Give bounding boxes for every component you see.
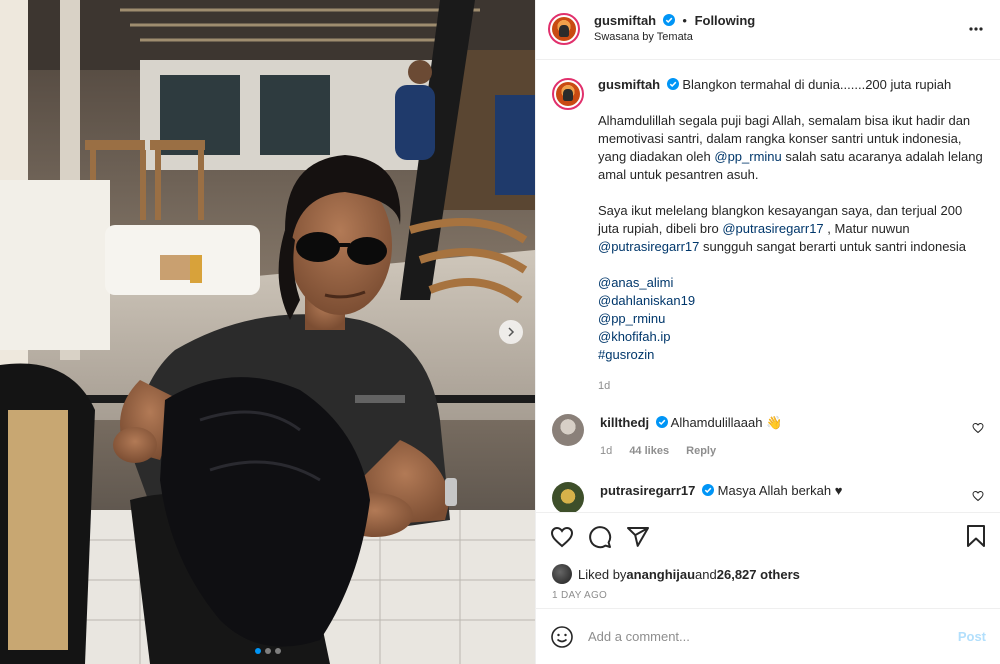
comment-body: killthedj Alhamdulillaaah 👋 1d 44 likes … [600, 414, 984, 460]
caption-text: sungguh sangat berarti untuk santri indo… [699, 238, 967, 254]
comment: putrasiregarr17 Masya Allah berkah ♥ [552, 481, 984, 513]
tag-link[interactable]: @pp_rminu [598, 310, 984, 328]
mention-link[interactable]: @putrasiregarr17 [722, 221, 823, 236]
photo-image [0, 0, 535, 664]
comment-username[interactable]: killthedj [600, 415, 649, 430]
carousel-next-button[interactable] [499, 320, 523, 344]
chevron-right-icon [508, 327, 515, 337]
carousel-dots [0, 648, 535, 654]
tag-link[interactable]: @anas_alimi [598, 274, 984, 292]
header-meta: gusmiftah • Following Swasana by Temata [594, 13, 755, 45]
caption-body: gusmiftah Blangkon termahal di dunia....… [598, 76, 984, 392]
caption-title: Blangkon termahal di dunia.......200 jut… [682, 76, 952, 92]
comment-body: putrasiregarr17 Masya Allah berkah ♥ [600, 482, 984, 500]
emoji-smile-icon[interactable] [550, 625, 574, 649]
tag-link[interactable]: @khofifah.ip [598, 328, 984, 346]
post-header: gusmiftah • Following Swasana by Temata [536, 0, 1000, 60]
post-date[interactable]: 1 DAY AGO [536, 588, 1000, 608]
likes-prefix: Liked by [578, 566, 627, 582]
comment-likes[interactable]: 44 likes [629, 445, 669, 457]
location-link[interactable]: Swasana by Temata [594, 29, 755, 45]
save-bookmark-icon[interactable] [964, 524, 988, 548]
post-photo[interactable] [0, 0, 535, 664]
more-options-icon[interactable] [968, 20, 984, 36]
commenter-avatar[interactable] [552, 413, 584, 446]
verified-badge-icon [702, 483, 715, 496]
post-comment-button[interactable]: Post [958, 629, 986, 644]
likes-count[interactable]: 26,827 others [717, 567, 800, 582]
commenter-avatar[interactable] [552, 481, 584, 513]
following-button[interactable]: Following [695, 13, 756, 28]
caption-username[interactable]: gusmiftah [598, 77, 660, 92]
comment-like-heart-icon[interactable] [972, 490, 984, 502]
caption: gusmiftah Blangkon termahal di dunia....… [552, 76, 984, 392]
like-heart-icon[interactable] [550, 525, 574, 549]
comment-like-heart-icon[interactable] [972, 422, 984, 434]
comments-section[interactable]: gusmiftah Blangkon termahal di dunia....… [536, 60, 1000, 513]
comment-input[interactable] [588, 629, 918, 645]
action-bar [536, 512, 1000, 560]
comment-bubble-icon[interactable] [588, 525, 612, 549]
caption-text: , Matur nuwun [823, 220, 910, 236]
comment-username[interactable]: putrasiregarr17 [600, 483, 695, 498]
tag-link[interactable]: @dahlaniskan19 [598, 292, 984, 310]
share-paper-plane-icon[interactable] [626, 525, 650, 549]
carousel-dot [274, 648, 281, 654]
carousel-dot-active [254, 648, 261, 654]
add-comment-bar: Post [536, 608, 1000, 664]
mention-link[interactable]: @pp_rminu [714, 149, 781, 164]
verified-badge-icon [666, 77, 679, 90]
instagram-post: gusmiftah • Following Swasana by Temata [0, 0, 1000, 664]
comment: killthedj Alhamdulillaaah 👋 1d 44 likes … [552, 413, 984, 460]
caption-paragraph-2: Saya ikut melelang blangkon kesayangan s… [598, 202, 984, 256]
hashtag-link[interactable]: #gusrozin [598, 346, 984, 364]
verified-badge-icon [655, 415, 668, 428]
caption-tags: @anas_alimi @dahlaniskan19 @pp_rminu @kh… [598, 274, 984, 364]
likes-middle: and [695, 566, 717, 582]
comment-timestamp[interactable]: 1d [600, 445, 612, 457]
liker-avatar[interactable] [552, 564, 572, 585]
reply-button[interactable]: Reply [686, 445, 716, 457]
caption-paragraph-1: Alhamdulillah segala puji bagi Allah, se… [598, 112, 984, 184]
post-details-panel: gusmiftah • Following Swasana by Temata [535, 0, 1000, 664]
carousel-dot [264, 648, 271, 654]
separator-dot: • [682, 13, 687, 29]
caption-timestamp[interactable]: 1d [598, 380, 984, 392]
comment-text: Alhamdulillaaah 👋 [670, 414, 783, 430]
author-avatar[interactable] [548, 13, 580, 46]
verified-badge-icon [662, 14, 675, 27]
comment-text: Masya Allah berkah ♥ [717, 482, 843, 498]
author-username[interactable]: gusmiftah [594, 13, 656, 28]
liker-username[interactable]: ananghijau [626, 567, 695, 582]
mention-link[interactable]: @putrasiregarr17 [598, 239, 699, 254]
comment-meta: 1d 44 likes Reply [600, 442, 984, 460]
caption-avatar[interactable] [552, 77, 584, 110]
likes-summary: Liked by ananghijau and 26,827 others [536, 560, 1000, 588]
